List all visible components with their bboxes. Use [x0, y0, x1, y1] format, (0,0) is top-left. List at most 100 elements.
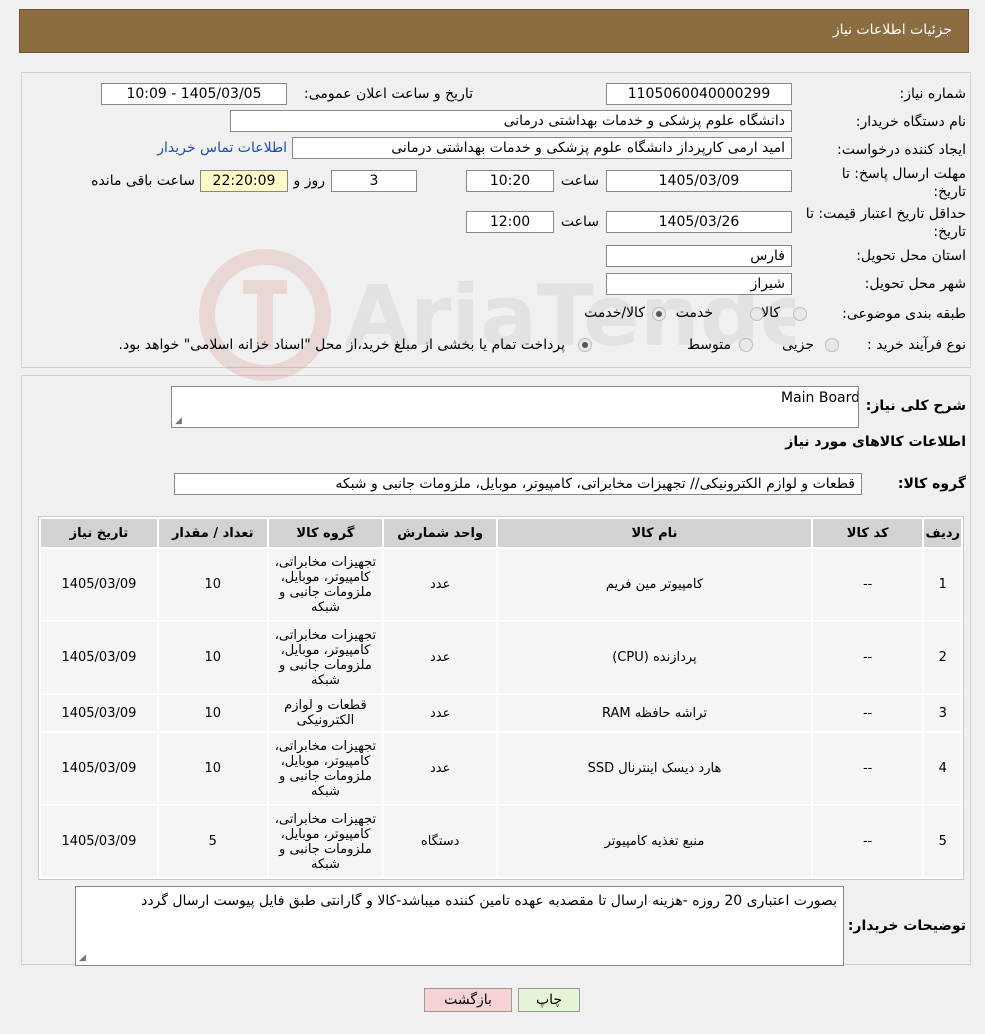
table-row: 3 -- تراشه حافظه RAM عدد قطعات و لوازم ا… — [41, 695, 961, 731]
cell-item-name: تراشه حافظه RAM — [498, 695, 811, 731]
cell-row-number: 1 — [924, 549, 961, 620]
cell-unit: عدد — [384, 733, 497, 804]
cell-item-group: تجهیزات مخابراتی، کامپیوتر، موبایل، ملزو… — [268, 806, 383, 877]
need-number-label: شماره نیاز: — [899, 86, 967, 102]
cell-unit: عدد — [384, 549, 497, 620]
group-label: گروه کالا: — [897, 476, 966, 492]
days-field: 3 — [331, 170, 417, 192]
resize-grip-icon: ◢ — [79, 953, 86, 963]
deadline-label-2: تاریخ: — [933, 184, 966, 200]
table-row: 1 -- کامپیوتر مین فریم عدد تجهیزات مخابر… — [41, 549, 961, 620]
process-radio-treasury[interactable] — [578, 338, 592, 352]
city-label: شهر محل تحویل: — [864, 276, 966, 292]
buyer-notes-field[interactable]: بصورت اعتباری 20 روزه -هزینه ارسال تا مق… — [75, 886, 844, 966]
validity-label-2: تاریخ: — [933, 224, 966, 240]
group-field: قطعات و لوازم الکترونیکی// تجهیزات مخابر… — [174, 473, 862, 495]
page-title: جزئیات اطلاعات نیاز — [832, 22, 952, 38]
cell-item-name: پردازنده (CPU) — [498, 622, 811, 693]
city-field: شیراز — [606, 273, 792, 295]
process-label: نوع فرآیند خرید : — [867, 337, 966, 353]
cell-quantity: 10 — [158, 733, 267, 804]
col-quantity: تعداد / مقدار — [158, 519, 267, 547]
cell-need-date: 1405/03/09 — [41, 695, 157, 731]
cell-quantity: 10 — [158, 549, 267, 620]
table-row: 4 -- هارد دیسک اینترنال SSD عدد تجهیزات … — [41, 733, 961, 804]
summary-field[interactable]: Main Board — [171, 386, 859, 428]
cell-row-number: 2 — [924, 622, 961, 693]
cell-quantity: 5 — [158, 806, 267, 877]
cell-item-group: تجهیزات مخابراتی، کامپیوتر، موبایل، ملزو… — [268, 622, 383, 693]
buyer-notes-label: توضیحات خریدار: — [847, 918, 966, 934]
cell-item-group: تجهیزات مخابراتی، کامپیوتر، موبایل، ملزو… — [268, 733, 383, 804]
buyer-org-field: دانشگاه علوم پزشکی و خدمات بهداشتی درمان… — [230, 110, 792, 132]
col-need-date: تاریخ نیاز — [41, 519, 157, 547]
process-option-minor: جزیی — [782, 337, 814, 353]
need-number-field: 1105060040000299 — [606, 83, 792, 105]
cell-unit: عدد — [384, 695, 497, 731]
col-item-group: گروه کالا — [268, 519, 383, 547]
cell-item-code: -- — [812, 622, 923, 693]
cell-need-date: 1405/03/09 — [41, 806, 157, 877]
col-unit: واحد شمارش — [384, 519, 497, 547]
resize-grip-icon: ◢ — [175, 416, 182, 426]
page-header: جزئیات اطلاعات نیاز — [19, 9, 969, 53]
province-label: استان محل تحویل: — [856, 248, 966, 264]
remaining-time-field: 22:20:09 — [200, 170, 288, 192]
cell-row-number: 4 — [924, 733, 961, 804]
cell-quantity: 10 — [158, 622, 267, 693]
cell-need-date: 1405/03/09 — [41, 733, 157, 804]
cell-item-name: هارد دیسک اینترنال SSD — [498, 733, 811, 804]
province-field: فارس — [606, 245, 792, 267]
category-option-service: خدمت — [675, 305, 713, 321]
category-radio-service[interactable] — [750, 307, 764, 321]
process-radio-minor[interactable] — [825, 338, 839, 352]
cell-need-date: 1405/03/09 — [41, 622, 157, 693]
validity-date-field: 1405/03/26 — [606, 211, 792, 233]
cell-item-group: قطعات و لوازم الکترونیکی — [268, 695, 383, 731]
validity-time-field: 12:00 — [466, 211, 554, 233]
days-label: روز و — [293, 173, 326, 189]
announce-label: تاریخ و ساعت اعلان عمومی: — [304, 86, 473, 102]
creator-field: امید ارمی کارپرداز دانشگاه علوم پزشکی و … — [292, 137, 792, 159]
cell-item-code: -- — [812, 806, 923, 877]
goods-info-title: اطلاعات کالاهای مورد نیاز — [785, 434, 966, 450]
cell-unit: دستگاه — [384, 806, 497, 877]
col-item-name: نام کالا — [498, 519, 811, 547]
table-row: 5 -- منبع تغذیه کامپیوتر دستگاه تجهیزات … — [41, 806, 961, 877]
table-row: 2 -- پردازنده (CPU) عدد تجهیزات مخابراتی… — [41, 622, 961, 693]
deadline-date-field: 1405/03/09 — [606, 170, 792, 192]
validity-label-1: حداقل تاریخ اعتبار قیمت: تا — [805, 206, 966, 222]
creator-label: ایجاد کننده درخواست: — [837, 142, 966, 158]
process-note: پرداخت تمام یا بخشی از مبلغ خرید،از محل … — [118, 337, 565, 353]
deadline-time-label: ساعت — [560, 173, 599, 189]
category-option-goods-service: کالا/خدمت — [584, 305, 645, 321]
category-radio-goods[interactable] — [793, 307, 807, 321]
cell-item-code: -- — [812, 733, 923, 804]
remaining-label: ساعت باقی مانده — [91, 173, 195, 189]
col-row-number: ردیف — [924, 519, 961, 547]
col-item-code: کد کالا — [812, 519, 923, 547]
back-button[interactable]: بازگشت — [424, 988, 512, 1012]
deadline-label-1: مهلت ارسال پاسخ: تا — [841, 166, 966, 182]
goods-table: ردیف کد کالا نام کالا واحد شمارش گروه کا… — [38, 516, 964, 880]
cell-row-number: 5 — [924, 806, 961, 877]
cell-unit: عدد — [384, 622, 497, 693]
cell-item-name: منبع تغذیه کامپیوتر — [498, 806, 811, 877]
announce-field: 1405/03/05 - 10:09 — [101, 83, 287, 105]
buyer-org-label: نام دستگاه خریدار: — [855, 114, 966, 130]
cell-quantity: 10 — [158, 695, 267, 731]
process-option-medium: متوسط — [687, 337, 731, 353]
buyer-contact-link[interactable]: اطلاعات تماس خریدار — [157, 140, 287, 156]
table-header-row: ردیف کد کالا نام کالا واحد شمارش گروه کا… — [41, 519, 961, 547]
cell-row-number: 3 — [924, 695, 961, 731]
cell-need-date: 1405/03/09 — [41, 549, 157, 620]
category-radio-goods-service[interactable] — [652, 307, 666, 321]
process-radio-medium[interactable] — [739, 338, 753, 352]
cell-item-name: کامپیوتر مین فریم — [498, 549, 811, 620]
cell-item-group: تجهیزات مخابراتی، کامپیوتر، موبایل، ملزو… — [268, 549, 383, 620]
cell-item-code: -- — [812, 549, 923, 620]
print-button[interactable]: چاپ — [518, 988, 580, 1012]
deadline-time-field: 10:20 — [466, 170, 554, 192]
category-label: طبقه بندی موضوعی: — [842, 306, 966, 322]
validity-time-label: ساعت — [560, 214, 599, 230]
